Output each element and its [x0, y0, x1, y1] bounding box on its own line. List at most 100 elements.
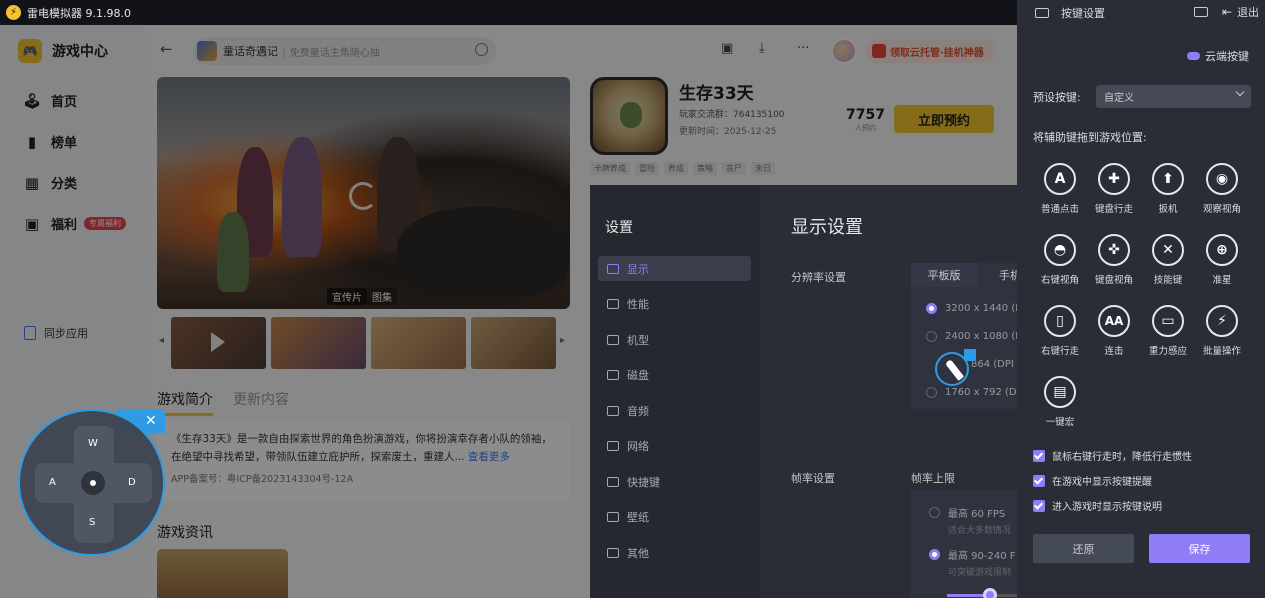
search-game-title: 童话奇遇记: [223, 45, 278, 58]
tool-trigger[interactable]: ⬆ 扳机: [1140, 163, 1196, 215]
thumbnail-image[interactable]: [471, 317, 556, 369]
save-button[interactable]: 保存: [1149, 534, 1250, 563]
tool-one-key-macro[interactable]: ▤ 一键宏: [1032, 376, 1088, 428]
thumbnail-image[interactable]: [371, 317, 466, 369]
joystick-key-right: D: [128, 477, 136, 488]
restore-button[interactable]: 还原: [1033, 534, 1134, 563]
tool-batch-operation[interactable]: ⚡ 批量操作: [1194, 305, 1250, 357]
cloud-keys-button[interactable]: 云端按键: [1187, 48, 1249, 64]
settings-nav-display[interactable]: 显示: [598, 256, 751, 281]
sidebar-item-welfare[interactable]: ▣ 福利 专属福利: [22, 214, 127, 233]
joystick-overlay[interactable]: W A D S: [18, 409, 165, 556]
search-bar[interactable]: 童话奇遇记 | 免费童话主角随心抽: [193, 37, 496, 65]
back-arrow-icon[interactable]: ←: [160, 40, 173, 58]
tab-phone[interactable]: 手机: [977, 263, 1017, 287]
tool-observe-view[interactable]: ◉ 观察视角: [1194, 163, 1250, 215]
fps-option[interactable]: 最高 60 FPS 适合大多数情况: [929, 505, 1011, 536]
game-tag[interactable]: 冒险: [635, 162, 659, 175]
game-center-title[interactable]: 🎮 游戏中心: [18, 39, 108, 63]
option-reduce-inertia[interactable]: 鼠标右键行走时，降低行走惯性: [1033, 448, 1192, 463]
settings-nav-disk[interactable]: 磁盘: [598, 362, 751, 387]
palette-icon: [607, 511, 619, 522]
tab-tablet[interactable]: 平板版: [911, 263, 977, 287]
search-icon[interactable]: [475, 43, 488, 56]
knife-key-marker[interactable]: [934, 349, 976, 387]
tab-gallery[interactable]: 图集: [367, 288, 397, 305]
download-icon[interactable]: ⤓: [759, 41, 765, 56]
checkbox-checked[interactable]: [1033, 499, 1045, 512]
tool-right-click-walk[interactable]: ▯ 右键行走: [1032, 305, 1088, 357]
checkbox-checked[interactable]: [1033, 474, 1045, 487]
settings-nav: 设置 显示 性能 机型 磁盘 音频 网络 快捷键 壁纸 其他: [590, 185, 760, 598]
cloud-hosting-promo-button[interactable]: 领取云托管·挂机神器: [866, 39, 996, 63]
mouse-icon: ▯: [1044, 305, 1076, 337]
settings-dialog: 设置 显示 性能 机型 磁盘 音频 网络 快捷键 壁纸 其他 显示 设置 分辨率设…: [590, 185, 1017, 598]
resolution-option[interactable]: 1760 x 792 (DPI: [926, 387, 1017, 398]
combo-icon: AA: [1098, 305, 1130, 337]
see-more-link[interactable]: 查看更多: [468, 451, 510, 463]
tool-keyboard-view[interactable]: ✜ 键盘视角: [1086, 234, 1142, 286]
settings-nav-other[interactable]: 其他: [598, 540, 751, 565]
calendar-icon[interactable]: ▣: [721, 41, 733, 56]
resolution-option[interactable]: 3200 x 1440 (DP: [926, 303, 1017, 314]
game-name: 生存33天: [679, 84, 754, 104]
game-tag[interactable]: 策略: [693, 162, 717, 175]
tab-update-content[interactable]: 更新内容: [233, 389, 289, 416]
hero-media[interactable]: 宣传片 图集: [157, 77, 570, 309]
sync-apps-link[interactable]: 同步应用: [24, 325, 88, 341]
settings-title: 设置: [605, 220, 633, 236]
game-detail-tabs: 游戏简介 更新内容: [157, 389, 309, 416]
fps-slider[interactable]: [947, 588, 1017, 598]
game-tag[interactable]: 卡牌养成: [590, 162, 630, 175]
fps-slider-handle[interactable]: [983, 588, 997, 598]
tool-normal-click[interactable]: A 普通点击: [1032, 163, 1088, 215]
settings-nav-performance[interactable]: 性能: [598, 291, 751, 316]
resolution-option[interactable]: 2400 x 1080 (DP: [926, 331, 1017, 342]
sidebar-item-categories[interactable]: ▦ 分类: [22, 173, 77, 193]
preset-keys-select[interactable]: 自定义: [1096, 85, 1251, 108]
settings-nav-model[interactable]: 机型: [598, 327, 751, 352]
game-icon: [590, 77, 668, 155]
reload-icon[interactable]: [349, 182, 377, 210]
game-tag[interactable]: 丧尸: [722, 162, 746, 175]
sidebar-item-home[interactable]: 🕹 首页: [22, 91, 77, 111]
chevron-left-icon[interactable]: ◂: [159, 335, 164, 346]
reserve-button[interactable]: 立即预约: [894, 105, 994, 133]
avatar[interactable]: [831, 38, 857, 64]
tab-video[interactable]: 宣传片: [327, 288, 367, 305]
checkbox-checked[interactable]: [1033, 449, 1045, 462]
chevron-right-icon[interactable]: ▸: [560, 335, 565, 346]
tool-gravity-sensor[interactable]: ▭ 重力感应: [1140, 305, 1196, 357]
tool-right-click-view[interactable]: ◓ 右键视角: [1032, 234, 1088, 286]
phone-sync-icon: [24, 326, 36, 340]
game-tag[interactable]: 养成: [664, 162, 688, 175]
game-tag[interactable]: 末日: [751, 162, 775, 175]
settings-nav-audio[interactable]: 音频: [598, 398, 751, 423]
tool-combo[interactable]: AA 连击: [1086, 305, 1142, 357]
game-news-title: 游戏资讯: [157, 525, 213, 541]
settings-nav-shortcuts[interactable]: 快捷键: [598, 469, 751, 494]
settings-nav-wallpaper[interactable]: 壁纸: [598, 504, 751, 529]
tool-skill-key[interactable]: ✕ 技能键: [1140, 234, 1196, 286]
tool-crosshair[interactable]: ⊕ 准星: [1194, 234, 1250, 286]
thumbnail-image[interactable]: [271, 317, 366, 369]
fps-option[interactable]: 最高 90-240 F 可突破游戏限制: [929, 547, 1016, 578]
option-show-key-guide[interactable]: 进入游戏时显示按键说明: [1033, 498, 1162, 513]
thumbnail-video[interactable]: [171, 317, 266, 369]
resolution-option[interactable]: 864 (DPI: [971, 359, 1014, 370]
settings-nav-network[interactable]: 网络: [598, 433, 751, 458]
cloud-icon: [1187, 52, 1200, 60]
sidebar-item-rankings[interactable]: ▮ 榜单: [22, 132, 77, 152]
option-show-key-hints[interactable]: 在游戏中显示按键提醒: [1033, 473, 1152, 488]
news-thumbnail[interactable]: [157, 549, 288, 598]
joystick-center-handle[interactable]: [81, 471, 105, 495]
folder-icon[interactable]: [1194, 7, 1208, 17]
resolution-label: 分辨率设置: [791, 271, 846, 284]
more-icon[interactable]: ···: [797, 41, 809, 56]
tool-keyboard-walk[interactable]: ✚ 键盘行走: [1086, 163, 1142, 215]
exit-button[interactable]: ⇤ 退出: [1222, 4, 1259, 20]
player-group-text: 玩家交流群：764135100: [679, 110, 785, 120]
game-intro-text: 《生存33天》是一款自由探索世界的角色扮演游戏，你将扮演幸存者小队的领袖，在绝望…: [171, 433, 552, 463]
close-icon[interactable]: ✕: [145, 413, 157, 429]
tab-game-intro[interactable]: 游戏简介: [157, 389, 213, 416]
